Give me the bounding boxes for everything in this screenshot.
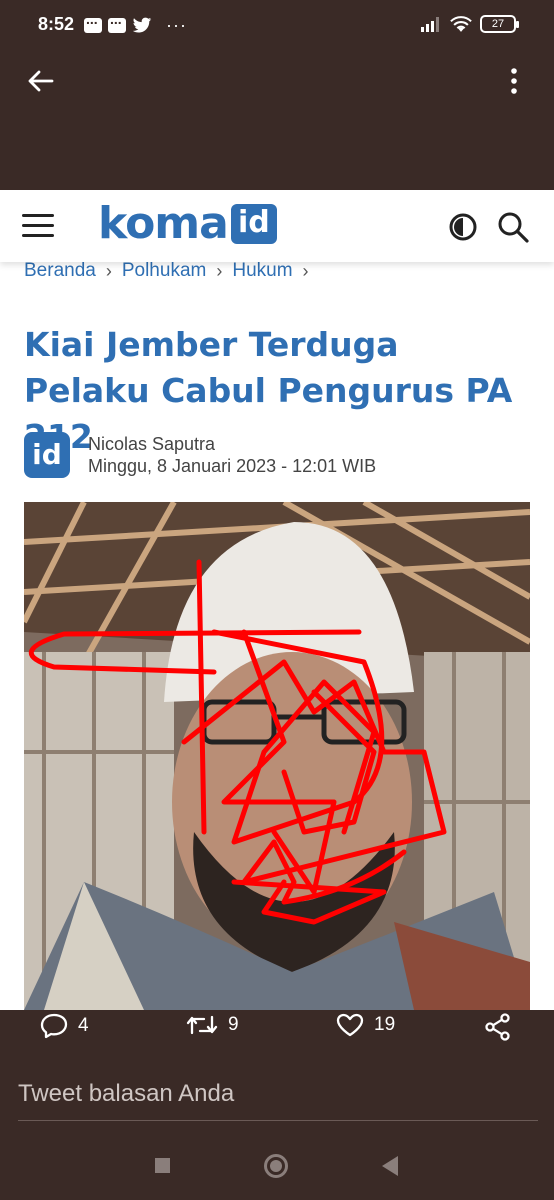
breadcrumb-item: Polhukam [121,260,207,281]
heart-icon [336,1013,364,1037]
author-avatar: id [24,432,70,478]
overflow-dots: ··· [166,15,187,35]
breadcrumb: Beranda › Polhukam › Hukum › [24,260,309,282]
theme-toggle-icon [449,213,477,241]
breadcrumb-separator: › [216,260,223,281]
system-navigation-bar [0,1136,554,1200]
arrow-left-icon [28,70,54,92]
breadcrumb-item: Beranda [24,260,96,281]
system-back-button[interactable] [382,1156,398,1176]
reply-button[interactable]: 4 [40,1013,89,1039]
message-icon [84,11,102,33]
wifi-icon [450,15,472,32]
app-bar [0,50,554,110]
back-button[interactable] [22,63,58,99]
status-bar: 8:52 ··· 27 [0,0,554,50]
retweet-count: 9 [228,1014,239,1035]
site-header: koma id [0,190,554,262]
reply-count: 4 [78,1015,89,1036]
status-time: 8:52 [38,14,75,34]
logo-badge: id [230,203,277,244]
notification-icons: ··· [84,11,187,36]
hamburger-menu-icon [22,214,54,240]
retweet-icon [186,1015,218,1035]
breadcrumb-item: Hukum [232,260,293,281]
article-photo [24,502,530,1010]
battery-icon: 27 [480,15,519,33]
share-button[interactable] [484,1013,512,1041]
recents-button[interactable] [155,1158,170,1173]
reply-input[interactable]: Tweet balasan Anda [18,1080,234,1108]
photo-illustration [24,502,530,1010]
retweet-button[interactable]: 9 [186,1013,239,1037]
like-button[interactable]: 19 [336,1013,395,1037]
message-icon [108,11,126,33]
breadcrumb-separator: › [302,260,309,281]
breadcrumb-separator: › [105,260,112,281]
tweet-media-image[interactable]: koma id Beranda › Polhukam › Hukum › Kia… [0,190,554,1010]
signal-icon [421,17,439,32]
tweet-action-bar: 4 9 19 [0,1000,554,1052]
author-name: Nicolas Saputra [88,434,216,454]
reply-icon [40,1013,68,1039]
more-vertical-icon [511,68,517,94]
home-button[interactable] [264,1154,288,1178]
site-logo: koma id [98,198,277,249]
publish-date: Minggu, 8 Januari 2023 - 12:01 WIB [88,456,377,476]
system-status-icons: 27 [420,15,519,33]
like-count: 19 [374,1014,396,1035]
share-icon [485,1013,510,1041]
search-icon [498,212,529,243]
twitter-icon [132,17,152,33]
logo-wordmark: koma [98,198,229,249]
reply-input-underline [18,1120,538,1121]
more-options-button[interactable] [496,63,532,99]
